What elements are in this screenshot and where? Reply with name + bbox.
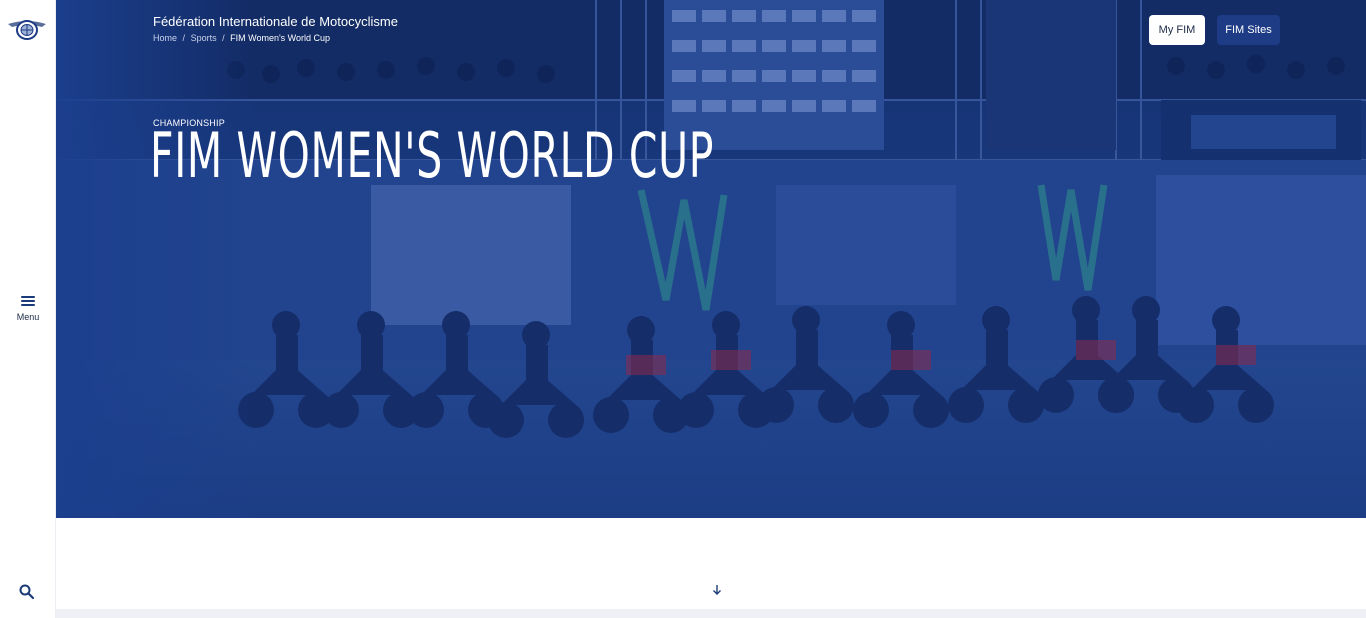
sidebar: Menu	[0, 0, 56, 618]
breadcrumb-sports-link[interactable]: Sports	[191, 33, 217, 43]
breadcrumb-home-link[interactable]: Home	[153, 33, 177, 43]
organization-name: Fédération Internationale de Motocyclism…	[153, 14, 398, 29]
search-icon[interactable]	[18, 583, 36, 601]
hamburger-icon	[21, 296, 35, 306]
menu-label: Menu	[16, 312, 40, 322]
motocross-race-start-photo	[56, 0, 1366, 518]
arrow-down-icon[interactable]	[710, 583, 724, 597]
fim-sites-button[interactable]: FIM Sites	[1217, 15, 1280, 45]
my-fim-button[interactable]: My FIM	[1149, 15, 1205, 45]
breadcrumb-current: FIM Women's World Cup	[230, 33, 331, 43]
breadcrumb-separator: /	[222, 33, 225, 43]
breadcrumb: Home / Sports / FIM Women's World Cup	[153, 33, 330, 43]
page-title: FIM WOMEN'S WORLD CUP	[150, 119, 715, 192]
menu-button[interactable]: Menu	[0, 292, 56, 332]
hero-banner: Fédération Internationale de Motocyclism…	[56, 0, 1366, 518]
breadcrumb-separator: /	[182, 33, 186, 43]
content-section-edge	[56, 609, 1366, 618]
fim-logo[interactable]	[6, 15, 48, 43]
